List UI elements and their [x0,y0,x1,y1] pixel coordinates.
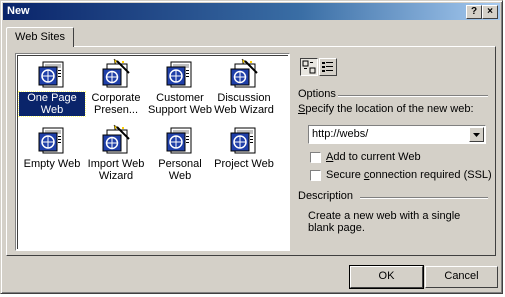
chevron-down-icon [473,133,480,137]
ssl-label[interactable]: Secure connection required (SSL) [326,169,492,181]
add-to-current-label[interactable]: Add to current Web [326,151,421,163]
new-dialog: New ? × Web Sites One Page Web Corporate … [0,0,503,294]
template-item-label: Empty Web [23,158,81,170]
template-item[interactable]: Discussion Web Wizard [211,58,277,116]
close-button[interactable]: × [482,5,498,19]
template-item-label: Corporate Presen... [91,92,141,116]
web-page-icon [38,127,64,154]
cancel-button[interactable]: Cancel [425,266,498,288]
list-view-icon [322,62,333,72]
list-view-button[interactable] [319,58,337,76]
large-icons-view-button[interactable] [300,58,318,76]
title-bar[interactable]: New ? × [3,3,500,20]
web-page-icon [230,127,256,154]
add-to-current-rest: dd to current Web [333,151,421,163]
template-item-label: Customer Support Web [148,92,213,116]
template-item[interactable]: One Page Web [18,58,86,117]
window-title: New [7,5,30,17]
web-wizard-icon [230,58,258,88]
tab-web-sites[interactable]: Web Sites [6,27,74,47]
location-combobox[interactable]: http://webs/ [308,125,486,144]
description-divider [360,197,488,199]
template-item[interactable]: Empty Web [19,124,85,170]
location-dropdown-button[interactable] [469,127,484,142]
template-item-label: Discussion Web Wizard [214,92,274,116]
template-item[interactable]: Customer Support Web [147,58,213,116]
ssl-label-prefix: Secure [326,169,364,181]
location-value: http://webs/ [312,128,369,140]
template-item[interactable]: Import Web Wizard [83,124,149,182]
help-button[interactable]: ? [466,5,482,19]
options-group-label: Options [298,88,336,100]
ssl-label-rest: onnection required (SSL) [369,169,492,181]
large-icons-icon [302,60,316,74]
description-group-label: Description [298,190,354,202]
web-page-icon [166,61,192,88]
ssl-checkbox[interactable] [310,170,321,181]
location-label-rest: pecify the location of the new web: [305,103,474,115]
tab-web-sites-label: Web Sites [15,31,65,43]
web-wizard-icon [102,124,130,154]
template-item[interactable]: Project Web [211,124,277,170]
web-wizard-icon [102,58,130,88]
template-item-label: Import Web Wizard [87,158,145,182]
template-item-label: Personal Web [158,158,202,182]
description-text: Create a new web with a single blank pag… [308,210,461,234]
template-item[interactable]: Personal Web [147,124,213,182]
options-divider [338,95,488,97]
web-page-icon [38,61,64,88]
web-page-icon [166,127,192,154]
ok-button[interactable]: OK [349,265,424,289]
template-item-label: One Page Web [18,91,86,117]
template-item-label: Project Web [214,158,274,170]
location-label: Specify the location of the new web: [298,103,474,115]
add-to-current-checkbox[interactable] [310,152,321,163]
template-item[interactable]: Corporate Presen... [83,58,149,116]
